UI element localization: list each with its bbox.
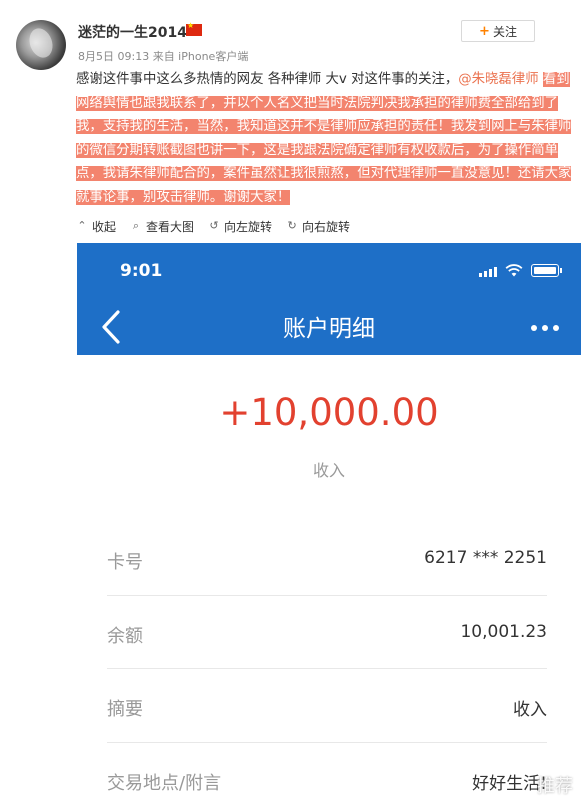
follow-label: 关注 [492, 24, 517, 39]
username[interactable]: 迷茫的一生2014 [78, 22, 187, 42]
rotate-right-button[interactable]: ↻ 向右旋转 [286, 216, 350, 236]
zoom-icon: ⌕ [132, 219, 140, 232]
transaction-amount: +10,000.00 [219, 391, 439, 434]
view-large-label: 查看大图 [146, 219, 195, 234]
rotate-right-icon: ↻ [287, 219, 297, 232]
post-meta: 8月5日 09:13 来自 iPhone客户端 [78, 50, 249, 63]
watermark: 推荐 [537, 776, 573, 797]
more-icon[interactable] [531, 325, 559, 331]
app-header: 9:01 账户明细 [77, 243, 581, 355]
detail-key: 余额 [107, 626, 143, 647]
rotate-left-label: 向左旋转 [224, 219, 273, 234]
page-title: 账户明细 [283, 316, 375, 342]
post-text-highlight: 看到网络舆情也跟我联系了，并以个人名义把当时法院判决我承担的律师费全部给到了我，… [76, 72, 572, 205]
weibo-post: 迷茫的一生2014 8月5日 09:13 来自 iPhone客户端 + 关注 感… [0, 0, 582, 210]
user-avatar[interactable] [16, 20, 66, 70]
plus-icon: + [479, 23, 490, 39]
battery-icon [531, 264, 562, 277]
detail-key: 卡号 [107, 552, 143, 573]
detail-row-balance: 余额 10,001.23 [107, 622, 547, 666]
row-divider [107, 595, 547, 596]
wifi-icon [505, 264, 523, 277]
mention-link[interactable]: @朱晓磊律师 [458, 72, 538, 87]
embedded-screenshot[interactable]: 9:01 账户明细 +10,000.00 收入 卡号 6217 *** 2251… [77, 243, 581, 802]
image-toolbar: ⌃ 收起 ⌕ 查看大图 ↺ 向左旋转 ↻ 向右旋转 [76, 216, 350, 236]
rotate-left-button[interactable]: ↺ 向左旋转 [208, 216, 272, 236]
collapse-button[interactable]: ⌃ 收起 [76, 216, 116, 236]
detail-key: 摘要 [107, 699, 143, 720]
china-flag-icon [186, 21, 202, 36]
row-divider [107, 742, 547, 743]
transaction-type: 收入 [312, 461, 345, 480]
detail-value: 收入 [513, 700, 547, 720]
post-text-plain: 感谢这件事中这么多热情的网友 各种律师 大v 对这件事的关注， [76, 72, 459, 87]
signal-icon [479, 267, 497, 277]
detail-row-summary: 摘要 收入 [107, 695, 547, 739]
status-icons [479, 264, 562, 277]
rotate-left-icon: ↺ [209, 219, 219, 232]
detail-row-memo: 交易地点/附言 好好生活! [107, 769, 547, 802]
collapse-label: 收起 [92, 219, 117, 234]
status-time: 9:01 [120, 261, 163, 281]
post-text: 感谢这件事中这么多热情的网友 各种律师 大v 对这件事的关注，@朱晓磊律师 看到… [76, 68, 576, 209]
detail-row-card: 卡号 6217 *** 2251 [107, 548, 547, 592]
view-large-button[interactable]: ⌕ 查看大图 [130, 216, 194, 236]
follow-button[interactable]: + 关注 [461, 20, 535, 42]
row-divider [107, 668, 547, 669]
detail-value: 6217 *** 2251 [424, 548, 547, 568]
rotate-right-label: 向右旋转 [302, 219, 351, 234]
detail-value: 10,001.23 [460, 622, 547, 642]
detail-key: 交易地点/附言 [107, 773, 222, 794]
collapse-icon: ⌃ [77, 219, 87, 232]
detail-value: 好好生活! [472, 774, 547, 794]
